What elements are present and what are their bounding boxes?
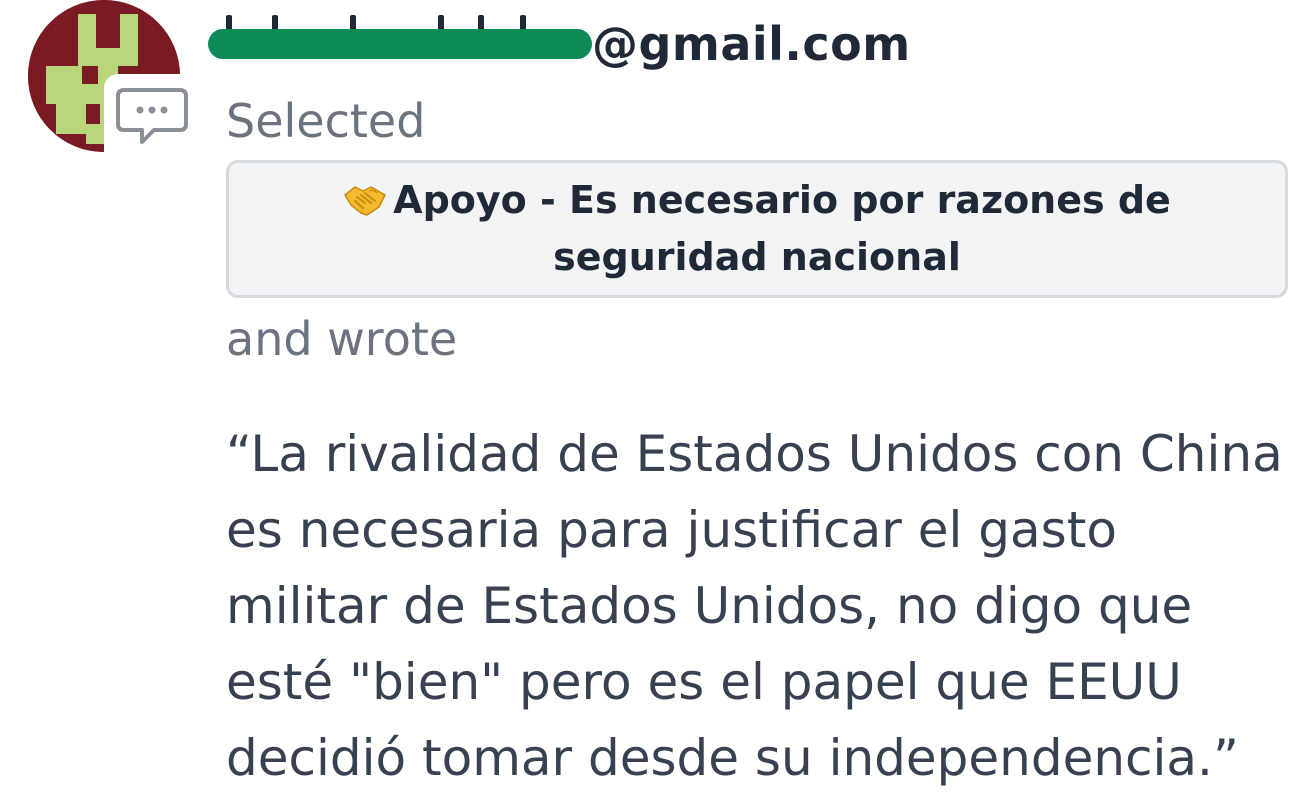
email-redaction	[208, 15, 592, 59]
selected-label: Selected	[226, 94, 426, 148]
email-domain: @gmail.com	[592, 17, 911, 71]
wrote-label: and wrote	[226, 312, 458, 366]
comment-icon	[116, 88, 188, 144]
comment-icon-badge	[104, 74, 190, 156]
handshake-icon	[343, 178, 387, 216]
selected-choice-box: Apoyo - Es necesario por razones de segu…	[226, 160, 1288, 298]
comment-quote: “La rivalidad de Estados Unidos con Chin…	[226, 425, 1283, 787]
choice-text: Apoyo - Es necesario por razones de segu…	[327, 172, 1187, 286]
user-email: @gmail.com	[208, 8, 911, 80]
choice-label: Apoyo - Es necesario por razones de segu…	[393, 178, 1171, 279]
